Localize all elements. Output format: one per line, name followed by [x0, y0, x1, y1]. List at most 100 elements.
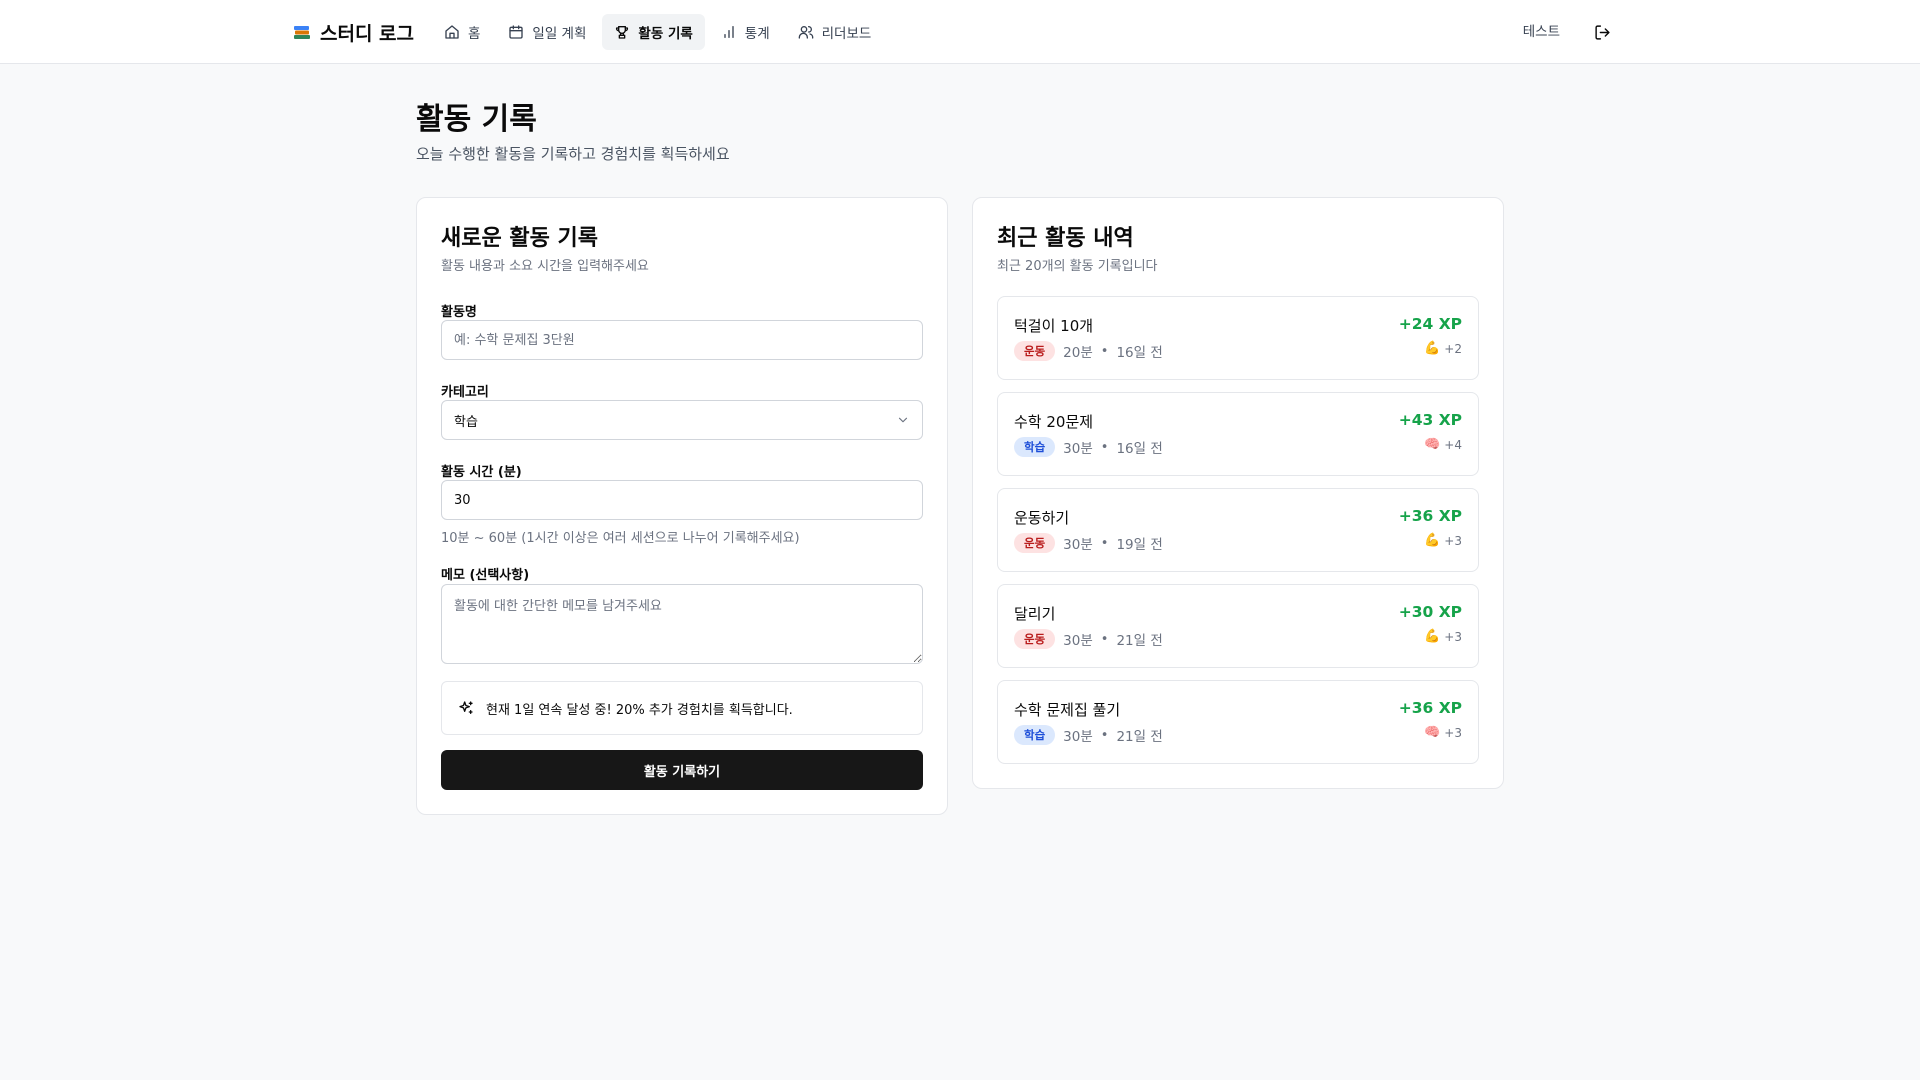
activity-name-input[interactable]: [441, 320, 923, 360]
activity-meta: 운동 30분 • 19일 전: [1014, 533, 1163, 553]
activity-duration: 30분: [1063, 537, 1093, 553]
stat-gain: +3: [1444, 725, 1462, 740]
top-navbar: 스터디 로그 홈 일일 계획 활동 기록 통계 리더보드 테스트: [0, 0, 1920, 64]
separator-dot: •: [1100, 439, 1109, 455]
nav-daily-plan-label: 일일 계획: [532, 26, 587, 42]
stat-gain: +2: [1444, 341, 1462, 356]
activity-item[interactable]: 수학 20문제 학습 30분 • 16일 전 +43 XP 🧠 +4: [997, 392, 1479, 476]
activity-time-ago: 19일 전: [1116, 537, 1163, 553]
activity-item[interactable]: 턱걸이 10개 운동 20분 • 16일 전 +24 XP 💪 +2: [997, 296, 1479, 380]
activity-xp: +36 XP: [1398, 699, 1462, 717]
brain-icon: 🧠: [1424, 725, 1441, 740]
brand[interactable]: 스터디 로그: [292, 18, 414, 46]
stat-gain: +4: [1444, 437, 1462, 452]
category-badge: 운동: [1014, 341, 1056, 361]
recent-activities-card: 최근 활동 내역 최근 20개의 활동 기록입니다 턱걸이 10개 운동 20분…: [972, 197, 1504, 789]
activity-item[interactable]: 운동하기 운동 30분 • 19일 전 +36 XP 💪 +3: [997, 488, 1479, 572]
recent-title: 최근 활동 내역: [997, 226, 1134, 251]
category-label: 카테고리: [441, 385, 489, 400]
brain-icon: 🧠: [1424, 437, 1441, 452]
stat-gain: +3: [1444, 629, 1462, 644]
activity-stat: 💪 +3: [1424, 533, 1462, 548]
category-select[interactable]: 학습: [441, 400, 923, 440]
stat-gain: +3: [1444, 533, 1462, 548]
duration-label: 활동 시간 (분): [441, 465, 522, 480]
category-badge: 운동: [1014, 533, 1056, 553]
user-name[interactable]: 테스트: [1513, 14, 1570, 50]
brand-name: 스터디 로그: [320, 22, 415, 45]
nav-statistics-label: 통계: [744, 26, 770, 42]
nav-home-label: 홈: [468, 26, 481, 42]
logout-icon: [1594, 24, 1610, 40]
books-logo-icon: [294, 26, 310, 39]
activity-stat: 💪 +2: [1424, 341, 1462, 356]
muscle-icon: 💪: [1424, 533, 1441, 548]
category-badge: 학습: [1014, 437, 1056, 457]
memo-label: 메모 (선택사항): [441, 568, 530, 583]
activity-name: 운동하기: [1014, 509, 1070, 527]
memo-textarea[interactable]: [441, 584, 923, 664]
sparkles-icon: [459, 701, 473, 714]
activity-duration: 30분: [1063, 633, 1093, 649]
logout-button[interactable]: [1584, 14, 1620, 50]
activity-meta: 학습 30분 • 16일 전: [1014, 437, 1163, 457]
users-icon: [798, 26, 813, 39]
form-description: 활동 내용과 소요 시간을 입력해주세요: [441, 259, 649, 274]
nav-leaderboard[interactable]: 리더보드: [786, 14, 884, 50]
activity-duration: 30분: [1063, 729, 1093, 745]
nav-statistics[interactable]: 통계: [709, 14, 782, 50]
separator-dot: •: [1100, 343, 1109, 359]
activity-name-label: 활동명: [441, 305, 477, 320]
activity-list: 턱걸이 10개 운동 20분 • 16일 전 +24 XP 💪 +2 수학 20…: [997, 296, 1479, 776]
nav-home[interactable]: 홈: [432, 14, 492, 50]
muscle-icon: 💪: [1424, 341, 1441, 356]
calendar-icon: [509, 25, 524, 39]
activity-time-ago: 16일 전: [1116, 345, 1163, 361]
activity-stat: 💪 +3: [1424, 629, 1462, 644]
main-nav: 홈 일일 계획 활동 기록 통계 리더보드: [432, 14, 883, 50]
activity-duration: 30분: [1063, 441, 1093, 457]
activity-name: 수학 문제집 풀기: [1014, 701, 1121, 719]
activity-xp: +24 XP: [1398, 315, 1462, 333]
nav-activity-log-label: 활동 기록: [638, 26, 693, 42]
activity-xp: +43 XP: [1398, 411, 1462, 429]
category-badge: 운동: [1014, 629, 1056, 649]
activity-duration: 20분: [1063, 345, 1093, 361]
recent-description: 최근 20개의 활동 기록입니다: [997, 259, 1158, 274]
duration-input[interactable]: [441, 480, 923, 520]
activity-xp: +30 XP: [1398, 603, 1462, 621]
separator-dot: •: [1100, 535, 1109, 551]
page-subtitle: 오늘 수행한 활동을 기록하고 경험치를 획득하세요: [416, 145, 730, 163]
activity-meta: 학습 30분 • 21일 전: [1014, 725, 1163, 745]
activity-xp: +36 XP: [1398, 507, 1462, 525]
header-user-area: 테스트: [1513, 14, 1620, 50]
activity-item[interactable]: 달리기 운동 30분 • 21일 전 +30 XP 💪 +3: [997, 584, 1479, 668]
activity-name: 턱걸이 10개: [1014, 317, 1094, 335]
activity-time-ago: 16일 전: [1116, 441, 1163, 457]
duration-helper: 10분 ~ 60분 (1시간 이상은 여러 세션으로 나누어 기록해주세요): [441, 531, 800, 546]
separator-dot: •: [1100, 631, 1109, 647]
activity-time-ago: 21일 전: [1116, 729, 1163, 745]
category-badge: 학습: [1014, 725, 1056, 745]
separator-dot: •: [1100, 727, 1109, 743]
activity-meta: 운동 30분 • 21일 전: [1014, 629, 1163, 649]
page-title: 활동 기록: [416, 102, 537, 137]
activity-stat: 🧠 +3: [1424, 725, 1462, 740]
bar-chart-icon: [724, 26, 734, 38]
nav-activity-log[interactable]: 활동 기록: [602, 14, 705, 50]
nav-leaderboard-label: 리더보드: [821, 26, 872, 42]
home-icon: [445, 25, 459, 39]
new-activity-card: 새로운 활동 기록 활동 내용과 소요 시간을 입력해주세요 활동명 카테고리 …: [416, 197, 948, 815]
activity-item[interactable]: 수학 문제집 풀기 학습 30분 • 21일 전 +36 XP 🧠 +3: [997, 680, 1479, 764]
submit-activity-button[interactable]: 활동 기록하기: [441, 750, 923, 790]
activity-time-ago: 21일 전: [1116, 633, 1163, 649]
activity-name: 수학 20문제: [1014, 413, 1094, 431]
activity-meta: 운동 20분 • 16일 전: [1014, 341, 1163, 361]
streak-notice: 현재 1일 연속 달성 중! 20% 추가 경험치를 획득합니다.: [441, 681, 923, 735]
activity-name: 달리기: [1014, 605, 1056, 623]
streak-notice-text: 현재 1일 연속 달성 중! 20% 추가 경험치를 획득합니다.: [486, 702, 793, 718]
activity-stat: 🧠 +4: [1424, 437, 1462, 452]
trophy-icon: [616, 26, 629, 39]
form-title: 새로운 활동 기록: [441, 226, 598, 251]
nav-daily-plan[interactable]: 일일 계획: [496, 14, 598, 50]
